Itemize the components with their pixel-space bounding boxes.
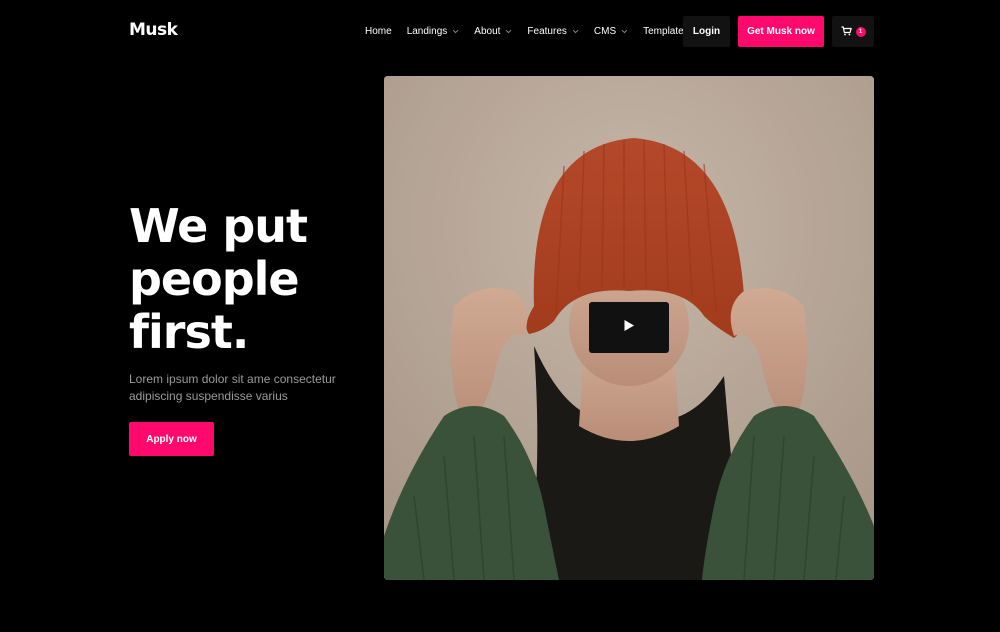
cart-button[interactable]: 1 bbox=[832, 16, 874, 47]
nav-item-label: Features bbox=[527, 26, 567, 37]
get-musk-now-button[interactable]: Get Musk now bbox=[738, 16, 824, 47]
cart-count-badge: 1 bbox=[855, 26, 866, 37]
login-button[interactable]: Login bbox=[683, 16, 730, 47]
hero-title: We put people first. bbox=[129, 199, 308, 359]
main-nav: Home Landings About Features CMS Templat… bbox=[365, 16, 711, 47]
chevron-down-icon bbox=[452, 29, 459, 34]
nav-item-label: CMS bbox=[593, 26, 617, 37]
nav-item-label: About bbox=[474, 26, 501, 37]
chevron-down-icon bbox=[621, 29, 628, 34]
nav-item-home[interactable]: Home bbox=[365, 26, 392, 37]
apply-now-button[interactable]: Apply now bbox=[129, 422, 214, 456]
play-icon bbox=[623, 319, 635, 337]
chevron-down-icon bbox=[572, 29, 579, 34]
nav-item-cms[interactable]: CMS bbox=[594, 26, 628, 37]
cart-icon bbox=[841, 23, 852, 41]
hero-video[interactable] bbox=[384, 76, 874, 580]
nav-item-about[interactable]: About bbox=[474, 26, 512, 37]
nav-item-landings[interactable]: Landings bbox=[407, 26, 460, 37]
nav-item-label: Landings bbox=[406, 26, 448, 37]
play-button[interactable] bbox=[589, 302, 669, 353]
nav-item-label: Home bbox=[365, 26, 392, 37]
logo[interactable]: Musk bbox=[129, 20, 178, 40]
site-header: Musk Home Landings About Features CMS Te… bbox=[0, 0, 1000, 64]
nav-item-features[interactable]: Features bbox=[527, 26, 579, 37]
chevron-down-icon bbox=[505, 29, 512, 34]
hero-description: Lorem ipsum dolor sit ame consectetur ad… bbox=[129, 372, 336, 403]
nav-item-label: Template bbox=[643, 26, 684, 37]
